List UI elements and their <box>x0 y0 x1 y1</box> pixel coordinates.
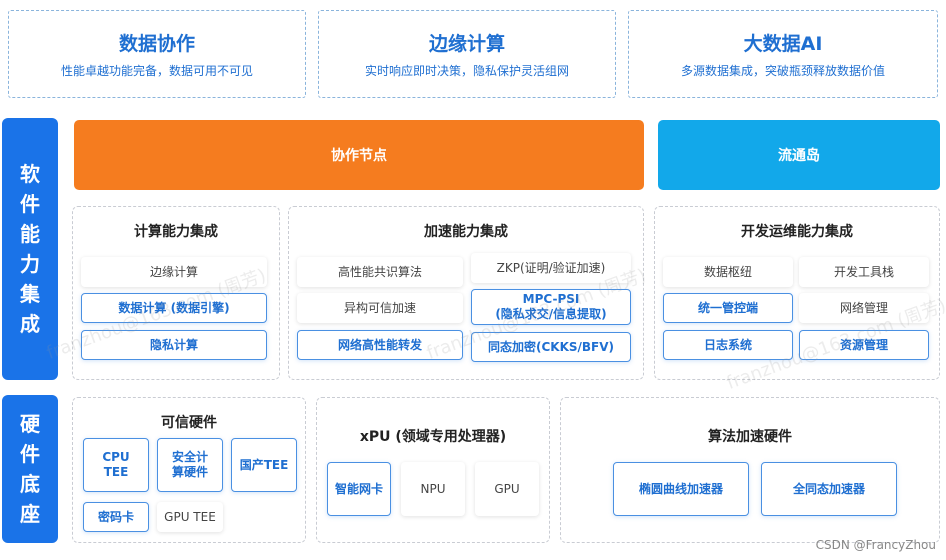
edge-computing-chip: 边缘计算 <box>81 257 267 287</box>
smart-nic-chip: 智能网卡 <box>327 462 391 516</box>
sidebar-software-label: 软件能力集成 <box>20 162 40 336</box>
gpu-tee-chip: GPU TEE <box>157 502 223 532</box>
cpu-tee-chip: CPU TEE <box>83 438 149 492</box>
top-card-title: 数据协作 <box>118 33 195 55</box>
homomorphic-chip: 同态加密(CKKS/BFV) <box>471 332 631 362</box>
top-card-subtitle: 性能卓越功能完备，数据可用不可见 <box>60 64 253 78</box>
dev-toolstack-chip: 开发工具栈 <box>799 257 929 287</box>
sidebar-software: 软件能力集成 <box>2 118 58 380</box>
devops-section: 开发运维能力集成 数据枢纽 开发工具栈 统一管控端 网络管理 日志系统 资源管理 <box>654 206 940 380</box>
privacy-computing-chip: 隐私计算 <box>81 330 267 360</box>
data-computing-chip: 数据计算 (数据引擎) <box>81 293 267 323</box>
top-card-subtitle: 多源数据集成，突破瓶颈释放数据价值 <box>680 64 885 78</box>
sidebar-hardware-label: 硬件底座 <box>20 412 40 526</box>
collab-node-bar: 协作节点 <box>74 120 644 190</box>
trusted-hw-section: 可信硬件 CPU TEE 安全计 算硬件 国产TEE 密码卡 GPU TEE <box>72 397 306 543</box>
crypto-card-chip: 密码卡 <box>83 502 149 532</box>
credit-text: CSDN @FrancyZhou <box>815 538 936 552</box>
top-card-edge-computing: 边缘计算 实时响应即时决策，隐私保护灵活组网 <box>318 10 616 98</box>
top-card-bigdata-ai: 大数据AI 多源数据集成，突破瓶颈释放数据价值 <box>628 10 938 98</box>
xpu-title: xPU (领域专用处理器) <box>359 429 507 445</box>
accel-section: 加速能力集成 高性能共识算法 异构可信加速 网络高性能转发 ZKP(证明/验证加… <box>288 206 644 380</box>
cpu-tee-line1: CPU <box>102 450 130 464</box>
mpc-psi-line2: (隐私求交/信息提取) <box>495 307 607 321</box>
network-forwarding-chip: 网络高性能转发 <box>297 330 463 360</box>
mpc-psi-line1: MPC-PSI <box>522 292 580 306</box>
mpc-psi-chip: MPC-PSI (隐私求交/信息提取) <box>471 289 631 325</box>
secure-compute-line1: 安全计 <box>171 450 208 464</box>
consensus-chip: 高性能共识算法 <box>297 257 463 287</box>
zkp-chip: ZKP(证明/验证加速) <box>471 253 631 283</box>
fhe-accelerator-chip: 全同态加速器 <box>761 462 897 516</box>
gpu-chip: GPU <box>475 462 539 516</box>
xpu-section: xPU (领域专用处理器) 智能网卡 NPU GPU <box>316 397 550 543</box>
top-card-title: 边缘计算 <box>428 33 505 55</box>
network-mgmt-chip: 网络管理 <box>799 293 929 323</box>
algo-accel-title: 算法加速硬件 <box>708 429 792 445</box>
top-card-data-collab: 数据协作 性能卓越功能完备，数据可用不可见 <box>8 10 306 98</box>
hetero-trusted-chip: 异构可信加速 <box>297 293 463 323</box>
resource-mgmt-chip: 资源管理 <box>799 330 929 360</box>
circulation-island-bar: 流通岛 <box>658 120 940 190</box>
domestic-tee-chip: 国产TEE <box>231 438 297 492</box>
npu-chip: NPU <box>401 462 465 516</box>
algo-accel-section: 算法加速硬件 椭圆曲线加速器 全同态加速器 <box>560 397 940 543</box>
unified-control-chip: 统一管控端 <box>663 293 793 323</box>
sidebar-hardware: 硬件底座 <box>2 395 58 543</box>
compute-section: 计算能力集成 边缘计算 数据计算 (数据引擎) 隐私计算 <box>72 206 280 380</box>
top-card-title: 大数据AI <box>743 33 823 55</box>
log-system-chip: 日志系统 <box>663 330 793 360</box>
data-hub-chip: 数据枢纽 <box>663 257 793 287</box>
cpu-tee-line2: TEE <box>103 465 129 479</box>
accel-section-title: 加速能力集成 <box>424 224 508 240</box>
compute-section-title: 计算能力集成 <box>134 224 218 240</box>
secure-compute-line2: 算硬件 <box>171 465 208 479</box>
trusted-hw-title: 可信硬件 <box>161 415 217 431</box>
top-card-subtitle: 实时响应即时决策，隐私保护灵活组网 <box>364 64 569 78</box>
secure-compute-hw-chip: 安全计 算硬件 <box>157 438 223 492</box>
devops-section-title: 开发运维能力集成 <box>741 224 853 240</box>
ecc-accelerator-chip: 椭圆曲线加速器 <box>613 462 749 516</box>
